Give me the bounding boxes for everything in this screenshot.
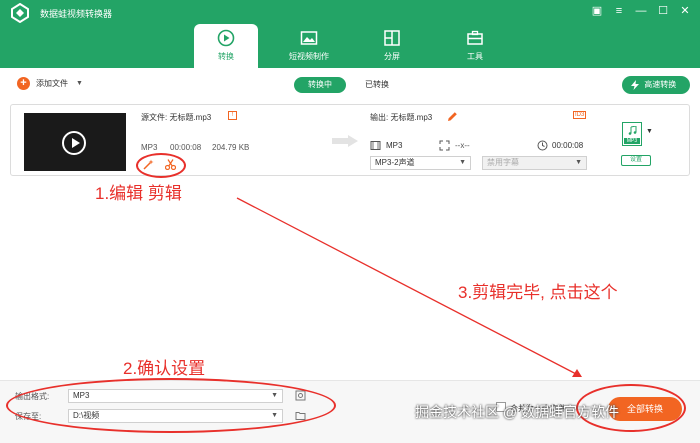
settings-button[interactable]: 设置: [621, 155, 651, 166]
title-bar: 数据蛙视频转换器 ▣ ≡ — ☐ ✕: [0, 0, 700, 68]
music-note-icon: [628, 126, 637, 135]
output-resolution: --x--: [455, 141, 470, 150]
source-file-label: 源文件: 无标题.mp3: [141, 113, 212, 122]
plus-icon: +: [17, 77, 30, 90]
chevron-down-icon: ▼: [459, 159, 466, 166]
watermark: 掘金技术社区 @ 数据蛙官方软件: [415, 404, 619, 420]
output-duration: 00:00:08: [552, 141, 584, 150]
add-file-label: 添加文件: [36, 79, 68, 88]
tab-tools-label: 工具: [467, 52, 483, 61]
source-duration: 00:00:08: [170, 143, 202, 152]
toolbar: + 添加文件 ▼ 转换中 已转换 高速转换: [0, 68, 700, 98]
image-icon: [300, 31, 318, 45]
play-icon[interactable]: [62, 131, 86, 155]
pencil-icon[interactable]: [447, 111, 458, 122]
arrow-right-icon: [332, 135, 358, 147]
source-size: 204.79 KB: [212, 143, 250, 152]
tab-convert-label: 转换: [218, 52, 234, 61]
audio-channel-select[interactable]: MP3-2声道 ▼: [370, 156, 471, 170]
split-screen-icon: [384, 30, 400, 46]
chevron-down-icon[interactable]: ▼: [76, 80, 83, 87]
resize-icon: [439, 140, 450, 151]
close-icon[interactable]: ✕: [676, 3, 694, 19]
window-controls: ▣ ≡ — ☐ ✕: [588, 3, 694, 19]
tab-converting[interactable]: 转换中: [294, 77, 346, 93]
tab-split-screen-label: 分屏: [384, 52, 400, 61]
add-file-button[interactable]: + 添加文件 ▼: [17, 77, 83, 90]
film-icon: [370, 141, 381, 150]
app-title: 数据蛙视频转换器: [40, 9, 113, 19]
app-logo-icon: [11, 3, 29, 23]
convert-icon: [217, 29, 235, 47]
chevron-down-icon: ▼: [575, 159, 582, 166]
maximize-icon[interactable]: ☐: [654, 3, 672, 19]
source-format: MP3: [141, 143, 158, 152]
tab-tools[interactable]: 工具: [443, 24, 507, 68]
clock-icon: [537, 140, 548, 151]
output-format: MP3: [386, 141, 403, 150]
tab-short-video-label: 短视频制作: [289, 52, 329, 61]
lightning-icon: [631, 79, 639, 90]
annotation-ring-settings: [6, 378, 336, 433]
mp3-badge: MP3: [624, 138, 640, 144]
annotation-step1: 1.编辑 剪辑: [95, 184, 182, 203]
fast-convert-button[interactable]: 高速转换: [622, 76, 690, 94]
minimize-icon[interactable]: —: [632, 3, 650, 19]
toolbox-icon: [467, 30, 483, 45]
tab-converted[interactable]: 已转换: [365, 77, 389, 93]
chevron-down-icon[interactable]: ▼: [646, 128, 653, 135]
feedback-icon[interactable]: ▣: [588, 3, 606, 19]
annotation-ring-edit: [136, 153, 186, 178]
annotation-step2: 2.确认设置: [123, 359, 206, 378]
info-icon[interactable]: !: [228, 111, 237, 120]
fast-convert-label: 高速转换: [644, 80, 677, 89]
subtitle-value: 禁用字幕: [487, 158, 519, 167]
tab-short-video[interactable]: 短视频制作: [277, 24, 341, 68]
tab-convert[interactable]: 转换: [194, 24, 258, 68]
tab-split-screen[interactable]: 分屏: [360, 24, 424, 68]
menu-icon[interactable]: ≡: [610, 3, 628, 19]
output-file-label: 输出: 无标题.mp3: [370, 113, 433, 122]
subtitle-select[interactable]: 禁用字幕 ▼: [482, 156, 587, 170]
id3-button[interactable]: ID3: [573, 111, 587, 119]
audio-channel-value: MP3-2声道: [375, 158, 415, 167]
annotation-step3: 3.剪辑完毕, 点击这个: [458, 283, 618, 302]
